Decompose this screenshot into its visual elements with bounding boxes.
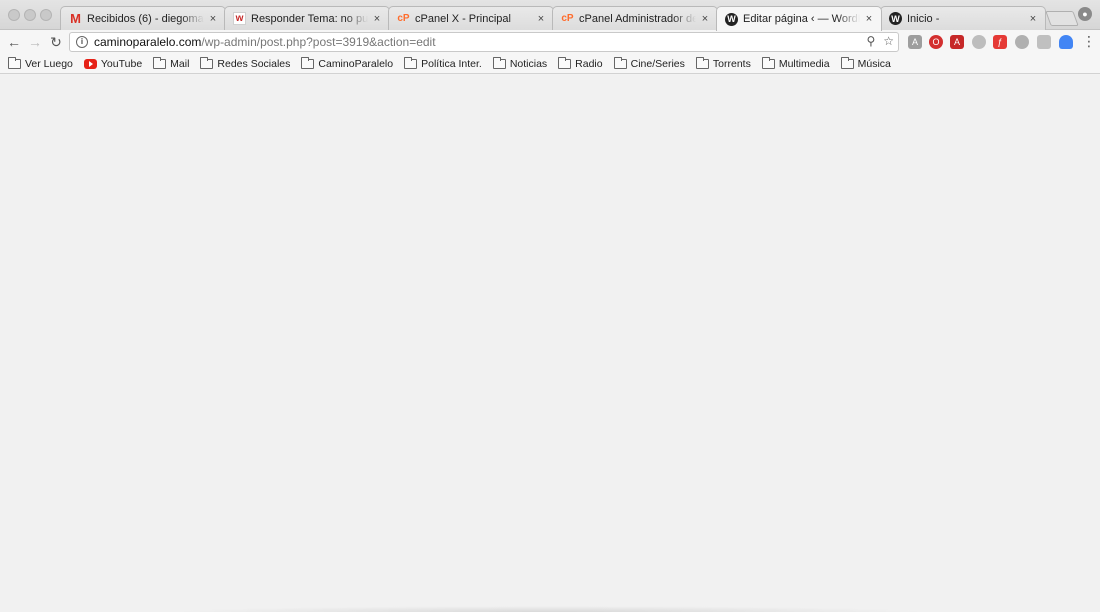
bookmark-multimedia[interactable]: Multimedia	[761, 56, 830, 70]
folder-icon	[8, 56, 21, 69]
bookmark-torrents[interactable]: Torrents	[695, 56, 751, 70]
bookmark-musica[interactable]: Música	[840, 56, 891, 70]
cpanel-icon: cP	[561, 13, 574, 24]
bookmark-ver-luego[interactable]: Ver Luego	[8, 56, 73, 70]
tab-responder-tema[interactable]: w Responder Tema: no puedo ×	[224, 6, 390, 30]
bookmark-label: Cine/Series	[630, 57, 685, 70]
tab-cpanel-archivos[interactable]: cP cPanel Administrador de archivos ×	[552, 6, 718, 30]
reload-icon[interactable]: ↻	[47, 33, 65, 51]
tab-inicio[interactable]: W Inicio - ×	[880, 6, 1046, 30]
tab-editar-pagina[interactable]: W Editar página ‹ — WordPress ×	[716, 6, 882, 31]
back-arrow-icon[interactable]: ←	[5, 33, 23, 51]
wordpress-icon: W	[889, 12, 902, 25]
bookmark-label: YouTube	[100, 57, 143, 70]
cloud-extension-icon[interactable]	[1015, 35, 1029, 49]
tab-close-button[interactable]: ×	[207, 13, 219, 25]
cast-extension-icon[interactable]	[1037, 35, 1051, 49]
tab-close-button[interactable]: ×	[371, 13, 383, 25]
bookmark-politica-inter[interactable]: Política Inter.	[404, 56, 482, 70]
bookmarks-bar: Ver Luego YouTube Mail Redes Sociales Ca…	[0, 54, 1100, 74]
bookmark-youtube[interactable]: YouTube	[83, 57, 143, 70]
youtube-icon	[83, 58, 97, 69]
bookmark-mail[interactable]: Mail	[153, 56, 190, 70]
folder-icon	[301, 56, 315, 69]
tab-cpanel-principal[interactable]: cP cPanel X - Principal ×	[388, 6, 554, 30]
browser-toolbar: ← → ↻ i caminoparalelo.com/wp-admin/post…	[0, 30, 1100, 54]
bookmark-label: Redes Sociales	[217, 57, 291, 70]
opera-extension-icon[interactable]: O	[929, 35, 943, 49]
folder-icon	[613, 56, 627, 69]
tab-title: cPanel X - Principal	[415, 12, 511, 25]
forward-arrow-icon[interactable]: →	[26, 33, 44, 51]
tab-title: Inicio -	[907, 12, 940, 25]
bookmark-caminoparalelo[interactable]: CaminoParalelo	[301, 56, 394, 70]
folder-icon	[695, 56, 709, 69]
bookmark-label: Radio	[575, 57, 603, 70]
folder-icon	[840, 56, 854, 69]
bookmark-redes-sociales[interactable]: Redes Sociales	[200, 56, 291, 70]
folder-icon	[200, 56, 214, 69]
folder-icon	[761, 56, 775, 69]
folder-icon	[558, 56, 572, 69]
bookmark-radio[interactable]: Radio	[558, 56, 603, 70]
url-host: caminoparalelo.com	[94, 35, 202, 49]
bookmark-label: CaminoParalelo	[318, 57, 394, 70]
new-tab-button[interactable]	[1045, 11, 1079, 26]
tab-title: cPanel Administrador de archivos	[579, 12, 696, 25]
folder-icon	[153, 56, 167, 69]
window-close-button[interactable]	[8, 9, 20, 21]
bookmark-label: Noticias	[509, 57, 548, 70]
wordpress-icon: W	[725, 12, 738, 26]
address-bar[interactable]: i caminoparalelo.com/wp-admin/post.php?p…	[69, 32, 899, 52]
url-path: /wp-admin/post.php?post=3919&action=edit	[201, 35, 436, 49]
page-content	[0, 75, 1100, 612]
folder-icon	[492, 56, 506, 69]
tab-close-button[interactable]: ×	[1027, 13, 1039, 25]
tab-title: Recibidos (6) - diegomartinez	[87, 12, 204, 25]
bookmark-label: Multimedia	[778, 57, 830, 70]
menu-dots-icon[interactable]: ⋮	[1082, 33, 1096, 50]
bookmark-label: Torrents	[712, 57, 751, 70]
flash-extension-icon[interactable]: ƒ	[993, 35, 1007, 49]
bookmark-label: Música	[857, 57, 891, 70]
gmail-icon: M	[70, 11, 81, 26]
bookmark-star-icon[interactable]: ☆	[883, 34, 894, 48]
profile-icon[interactable]: ●	[1078, 7, 1092, 21]
tab-title: Editar página ‹ — WordPress	[743, 13, 860, 25]
zoom-icon[interactable]: ⚲	[866, 34, 875, 48]
content-shadow	[170, 606, 930, 612]
user-extension-icon[interactable]	[1059, 35, 1073, 49]
tab-close-button[interactable]: ×	[535, 13, 547, 25]
window-zoom-button[interactable]	[40, 9, 52, 21]
folder-icon	[404, 56, 418, 69]
translate-extension-icon[interactable]: A	[908, 35, 922, 49]
tab-gmail[interactable]: M Recibidos (6) - diegomartinez ×	[60, 6, 226, 30]
adblock-extension-icon[interactable]: A	[950, 35, 964, 49]
bookmark-cine-series[interactable]: Cine/Series	[613, 56, 685, 70]
cpanel-icon: cP	[397, 13, 410, 24]
tab-close-button[interactable]: ×	[699, 13, 711, 25]
window-minimize-button[interactable]	[24, 9, 36, 21]
bookmark-noticias[interactable]: Noticias	[492, 56, 548, 70]
tab-strip: M Recibidos (6) - diegomartinez × w Resp…	[0, 0, 1100, 31]
info-icon[interactable]: i	[76, 36, 88, 48]
bookmark-label: Ver Luego	[25, 57, 73, 70]
w-icon: w	[233, 12, 246, 25]
bookmark-label: Política Inter.	[421, 57, 482, 70]
bookmark-label: Mail	[170, 57, 190, 70]
tab-close-button[interactable]: ×	[863, 13, 875, 25]
grey-circle-extension-icon[interactable]	[972, 35, 986, 49]
tab-title: Responder Tema: no puedo	[251, 12, 368, 25]
